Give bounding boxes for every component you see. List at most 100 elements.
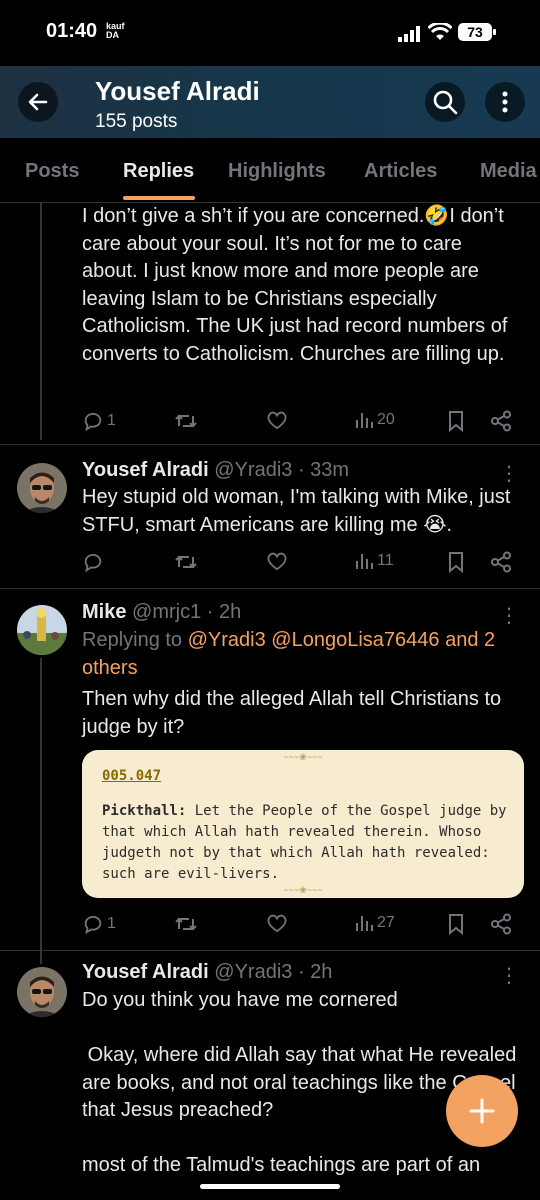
status-time: 01:40 [46, 20, 98, 42]
post-text: I don’t give a sh’t if you are concerned… [82, 205, 508, 365]
search-button[interactable] [425, 82, 465, 122]
reply-icon [84, 412, 102, 432]
retweet-button[interactable] [174, 410, 198, 432]
more-vertical-icon [502, 91, 508, 113]
reply-count: 1 [107, 412, 116, 429]
post-more-icon[interactable]: ⋮ [499, 963, 519, 988]
post-time: 2h [219, 601, 242, 623]
bookmark-icon [449, 552, 463, 573]
reply-button[interactable]: 1 [82, 913, 116, 935]
post-time: 33m [310, 459, 350, 481]
post-count: 155 posts [95, 111, 178, 132]
divider [0, 950, 540, 951]
retweet-icon [175, 555, 197, 569]
avatar[interactable] [17, 967, 67, 1017]
avatar-photo [17, 605, 67, 655]
avatar[interactable] [17, 463, 67, 513]
retweet-button[interactable] [174, 551, 198, 573]
reply-button[interactable] [82, 551, 104, 573]
author-handle[interactable]: @Yradi3 [214, 961, 292, 983]
views-button[interactable]: 20 [354, 410, 395, 430]
post-time: 2h [310, 961, 333, 983]
views-count: 20 [377, 411, 395, 428]
post-more-icon[interactable]: ⋮ [499, 461, 519, 486]
retweet-icon [175, 917, 197, 931]
views-icon [356, 916, 373, 931]
post-text: most of the Talmud's teachings are part … [82, 1154, 481, 1176]
tab-media[interactable]: Media [480, 160, 537, 183]
reply-button[interactable]: 1 [82, 410, 116, 432]
author-name[interactable]: Yousef Alradi [82, 961, 209, 983]
profile-name: Yousef Alradi [95, 76, 260, 106]
signal-icon [398, 26, 420, 42]
post-meta: Yousef Alradi @Yradi3 · 2h [82, 959, 512, 987]
verse-text: Pickthall: Let the People of the Gospel … [102, 801, 507, 885]
back-button[interactable] [18, 82, 58, 122]
active-tab-indicator [123, 196, 195, 200]
status-bar: 01:40 kauf DA 73 [0, 0, 540, 66]
profile-tabs: Posts Replies Highlights Articles Media [0, 138, 540, 203]
post-meta: Yousef Alradi @Yradi3 · 33m [82, 457, 512, 485]
back-arrow-icon [28, 93, 48, 111]
ornament-bottom: ~~~❀~~~ [283, 885, 323, 895]
bookmark-button[interactable] [446, 551, 466, 573]
verse-reference: 005.047 [102, 768, 162, 784]
retweet-icon [175, 414, 197, 428]
more-button[interactable] [485, 82, 525, 122]
search-icon [433, 90, 458, 115]
tab-replies[interactable]: Replies [123, 160, 194, 183]
avatar-photo [17, 967, 67, 1017]
share-icon [491, 551, 511, 573]
thread-line [40, 202, 42, 440]
ornament-top: ~~~❀~~~ [283, 752, 323, 762]
like-button[interactable] [266, 913, 288, 933]
avatar-photo [17, 463, 67, 513]
meta-separator: · [292, 459, 311, 481]
like-button[interactable] [266, 551, 288, 571]
tab-highlights[interactable]: Highlights [228, 160, 326, 183]
bookmark-button[interactable] [446, 410, 466, 432]
like-icon [267, 411, 287, 430]
replying-to: Replying to @Yradi3 @LongoLisa76446 and … [82, 627, 522, 682]
post-actions: 11 [82, 551, 522, 577]
author-handle[interactable]: @Yradi3 [214, 459, 292, 481]
reply-count: 1 [107, 915, 116, 932]
bookmark-icon [449, 914, 463, 935]
share-button[interactable] [490, 410, 512, 432]
post-more-icon[interactable]: ⋮ [499, 603, 519, 628]
divider [0, 444, 540, 445]
like-icon [267, 914, 287, 933]
compose-button[interactable] [446, 1075, 518, 1147]
share-icon [491, 913, 511, 935]
bookmark-button[interactable] [446, 913, 466, 935]
like-button[interactable] [266, 410, 288, 430]
tab-articles[interactable]: Articles [364, 160, 437, 183]
meta-separator: · [292, 961, 311, 983]
post-text: Then why did the alleged Allah tell Chri… [82, 688, 502, 738]
views-count: 27 [377, 914, 395, 931]
views-icon [356, 413, 373, 428]
retweet-button[interactable] [174, 913, 198, 935]
tab-posts[interactable]: Posts [25, 160, 79, 183]
reply-icon [84, 915, 102, 935]
views-icon [356, 554, 373, 569]
battery-indicator: 73 [458, 23, 496, 41]
post-meta: Mike @mrjc1 · 2h [82, 599, 512, 627]
quote-image[interactable]: ~~~❀~~~ 005.047 Pickthall: Let the Peopl… [82, 750, 524, 898]
wifi-icon [428, 23, 452, 40]
home-indicator[interactable] [200, 1184, 340, 1189]
share-button[interactable] [490, 551, 512, 573]
views-button[interactable]: 11 [354, 551, 394, 571]
author-handle[interactable]: @mrjc1 [132, 601, 201, 623]
share-button[interactable] [490, 913, 512, 935]
post-text: Do you think you have me cornered [82, 989, 398, 1011]
replying-label: Replying to [82, 629, 183, 651]
post-actions: 1 27 [82, 913, 522, 939]
carrier-label: kauf DA [106, 21, 125, 40]
author-name[interactable]: Yousef Alradi [82, 459, 209, 481]
avatar[interactable] [17, 605, 67, 655]
thread-line [40, 658, 42, 964]
author-name[interactable]: Mike [82, 601, 126, 623]
views-button[interactable]: 27 [354, 913, 395, 933]
post-actions: 1 20 [82, 410, 522, 436]
